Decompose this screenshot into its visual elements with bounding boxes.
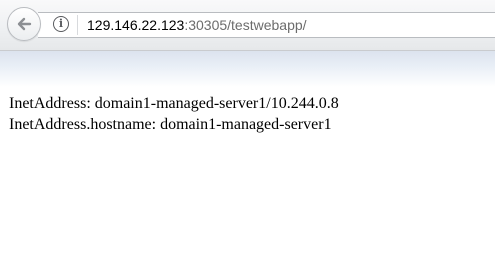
toolbar-shadow — [0, 51, 495, 87]
inet-hostname-line: InetAddress.hostname: domain1-managed-se… — [9, 116, 332, 133]
back-button[interactable] — [7, 7, 41, 41]
url-text[interactable]: 129.146.22.123:30305/testwebapp/ — [87, 17, 307, 33]
page-content: InetAddress: domain1-managed-server1/10.… — [9, 93, 339, 135]
info-icon[interactable]: i — [53, 16, 69, 32]
url-path: :30305/testwebapp/ — [184, 17, 307, 33]
back-arrow-icon — [17, 17, 32, 31]
inet-address-line: InetAddress: domain1-managed-server1/10.… — [9, 95, 339, 112]
address-bar-separator — [77, 15, 78, 35]
url-host: 129.146.22.123 — [87, 17, 185, 33]
